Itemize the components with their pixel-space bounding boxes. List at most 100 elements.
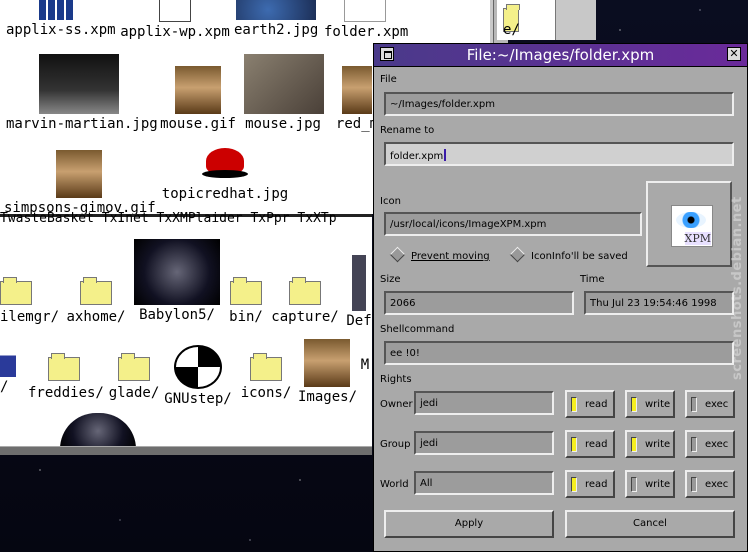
group-read-toggle[interactable]: read	[565, 430, 615, 458]
dialog-title: File:~/Images/folder.xpm	[466, 46, 655, 64]
file-item[interactable]: capture/	[270, 277, 340, 325]
group-exec-toggle[interactable]: exec	[685, 430, 735, 458]
folder-icon	[118, 353, 150, 381]
file-label: red_m	[335, 116, 379, 132]
iconinfo-saved-label: IconInfo'll be saved	[531, 251, 628, 262]
file-label: mouse.jpg	[245, 116, 321, 132]
toggle-indicator	[631, 397, 637, 412]
toggle-indicator	[691, 437, 697, 452]
toggle-label: exec	[705, 479, 729, 490]
file-label: ilemgr/	[0, 309, 60, 325]
toggle-indicator	[571, 477, 577, 492]
file-item[interactable]: applix-wp.xpm	[120, 0, 230, 40]
space-thumbnail	[134, 239, 220, 305]
icon-preview-button[interactable]: XPM	[646, 181, 732, 267]
file-manager-window-home[interactable]: TwasteBasket TxInet TxXMPlaider TxPpr Tx…	[0, 211, 374, 449]
file-item[interactable]: earth2.jpg	[234, 0, 318, 38]
rename-input[interactable]: folder.xpm	[384, 142, 734, 166]
owner-input[interactable]: jedi	[414, 391, 554, 415]
file-label: bin/	[229, 309, 263, 325]
file-item[interactable]: marvin-martian.jpg	[6, 54, 158, 132]
file-properties-dialog[interactable]: File:~/Images/folder.xpm ✕ File ~/Images…	[373, 43, 748, 552]
file-item[interactable]: ilemgr/	[0, 277, 59, 325]
file-item[interactable]: simpsons-gimov.gif	[4, 150, 156, 216]
window-edge[interactable]	[555, 0, 596, 40]
toggle-indicator	[571, 397, 577, 412]
folder-icon	[230, 277, 262, 305]
owner-exec-toggle[interactable]: exec	[685, 390, 735, 418]
spreadsheet-icon	[39, 0, 73, 20]
icon-path-input[interactable]: /usr/local/icons/ImageXPM.xpm	[384, 212, 642, 236]
file-item[interactable]: mouse.gif	[160, 66, 236, 132]
file-item[interactable]: Babylon5/	[132, 239, 222, 323]
file-label: File	[380, 74, 397, 85]
file-item[interactable]: axhome/	[66, 277, 126, 325]
file-item[interactable]: Images/	[298, 339, 357, 405]
file-item[interactable]: GNUstep/	[164, 345, 232, 407]
file-label: Babylon5/	[139, 307, 215, 323]
document-icon	[159, 0, 191, 22]
toggle-indicator	[691, 477, 697, 492]
file-item[interactable]: icons/	[240, 353, 292, 401]
iconinfo-saved-toggle[interactable]: IconInfo'll be saved	[509, 246, 628, 263]
file-label: folder.xpm	[324, 24, 409, 40]
eye-icon	[676, 212, 706, 228]
size-field: 2066	[384, 291, 574, 315]
icon-label: Icon	[380, 196, 401, 207]
file-item[interactable]: mouse.jpg	[244, 54, 324, 132]
toggle-label: write	[645, 399, 671, 410]
rename-label: Rename to	[380, 125, 435, 136]
owner-write-toggle[interactable]: write	[625, 390, 675, 418]
file-label: mouse.gif	[160, 116, 236, 132]
folder-icon	[250, 353, 282, 381]
file-label: applix-ss.xpm	[6, 22, 116, 38]
mona-lisa-thumbnail	[56, 150, 102, 198]
folder-icon	[352, 255, 366, 311]
group-input[interactable]: jedi	[414, 431, 554, 455]
folder-icon	[0, 277, 32, 305]
file-field: ~/Images/folder.xpm	[384, 92, 734, 116]
close-button[interactable]: ✕	[727, 47, 741, 61]
file-label: GNUstep/	[164, 391, 232, 407]
file-label: icons/	[240, 385, 292, 401]
file-label: earth2.jpg	[234, 22, 319, 38]
world-input[interactable]: All	[414, 471, 554, 495]
world-exec-toggle[interactable]: exec	[685, 470, 735, 498]
world-read-toggle[interactable]: read	[565, 470, 615, 498]
file-item[interactable]: /	[0, 341, 16, 395]
file-item[interactable]: applix-ss.xpm	[6, 0, 116, 38]
file-item[interactable]: freddies/	[28, 353, 104, 401]
time-label: Time	[580, 274, 605, 285]
file-item[interactable]: bin/	[228, 277, 264, 325]
owner-label: Owner	[380, 399, 413, 410]
world-label: World	[380, 479, 409, 490]
toggle-indicator	[691, 397, 697, 412]
file-manager-window-small[interactable]: e/	[497, 0, 555, 40]
toggle-label: read	[585, 439, 608, 450]
prevent-moving-toggle[interactable]: Prevent moving	[389, 246, 490, 263]
toggle-indicator	[631, 437, 637, 452]
world-write-toggle[interactable]: write	[625, 470, 675, 498]
icon-preview-text: XPM	[684, 232, 711, 245]
file-item[interactable]: glade/	[108, 353, 160, 401]
file-label: glade/	[108, 385, 160, 401]
text-cursor	[444, 149, 447, 161]
file-label: /	[0, 379, 9, 395]
word-icon	[0, 341, 16, 377]
file-item[interactable]: folder.xpm	[324, 0, 409, 40]
file-item[interactable]: topicredhat.jpg	[160, 144, 290, 202]
toggle-label: exec	[705, 399, 729, 410]
prevent-moving-label: Prevent moving	[411, 251, 490, 262]
owner-read-toggle[interactable]: read	[565, 390, 615, 418]
file-item[interactable]: M	[358, 357, 372, 373]
toggle-label: write	[645, 479, 671, 490]
apply-button[interactable]: Apply	[384, 510, 554, 538]
shellcommand-input[interactable]: ee !0!	[384, 341, 734, 365]
cancel-button[interactable]: Cancel	[565, 510, 735, 538]
rights-label: Rights	[380, 374, 412, 385]
file-label: applix-wp.xpm	[120, 24, 230, 40]
group-write-toggle[interactable]: write	[625, 430, 675, 458]
dialog-titlebar[interactable]: File:~/Images/folder.xpm ✕	[374, 44, 747, 67]
file-item[interactable]: Def	[344, 255, 374, 329]
death-star-thumbnail	[60, 413, 136, 449]
